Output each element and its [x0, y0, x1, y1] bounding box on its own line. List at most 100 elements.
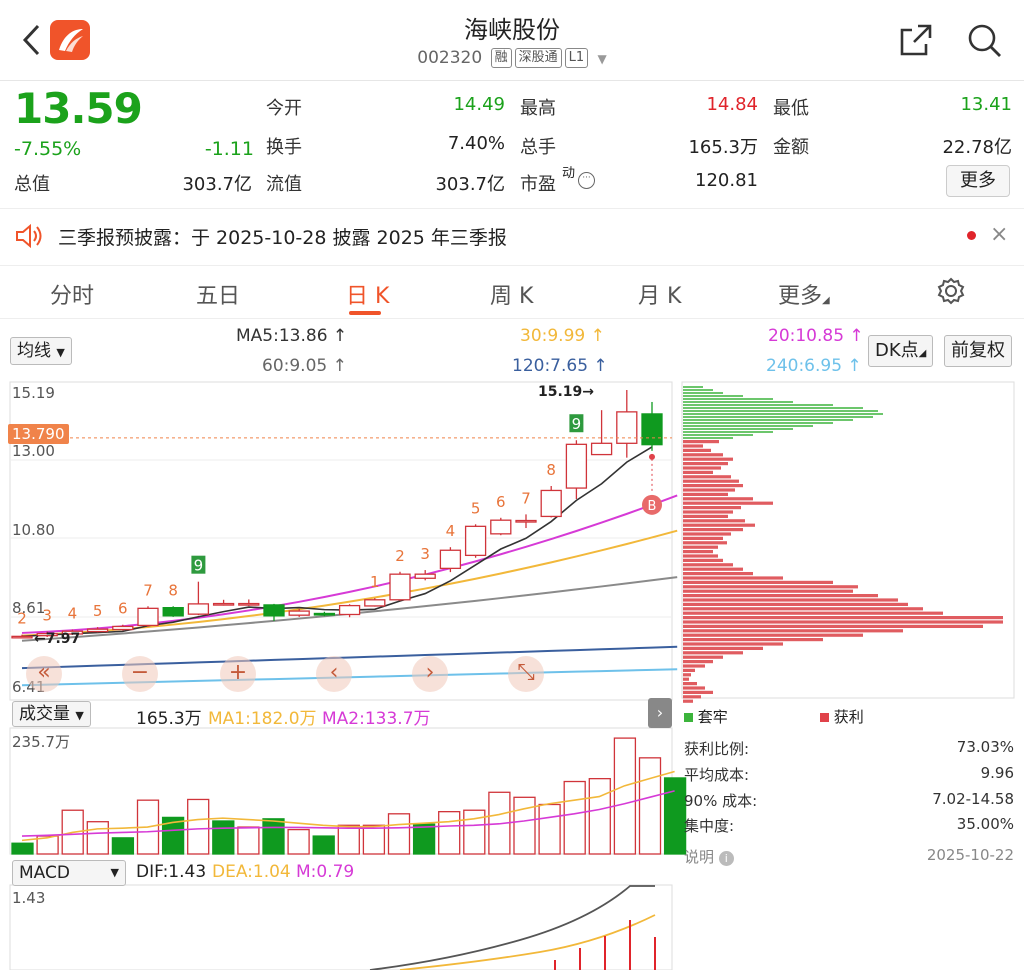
- chip-bar-green: [683, 386, 703, 388]
- signal-number: 7: [143, 581, 153, 599]
- chip-bar-green: [683, 422, 833, 424]
- signal-number: 7: [521, 489, 531, 507]
- candle-body: [565, 443, 588, 489]
- tab-more-label: 更多: [778, 284, 823, 309]
- tab-daily-k[interactable]: 日 K: [346, 278, 389, 310]
- quote-value-1: 14.84: [706, 94, 758, 115]
- quote-value-7: 120.81: [695, 170, 758, 191]
- chip-bar-red: [683, 611, 943, 615]
- crosshair-price-tag: 13.790: [8, 424, 69, 444]
- chip-bar-green: [683, 413, 883, 415]
- price-adjust-button[interactable]: 前复权: [944, 335, 1012, 367]
- chip-bar-red: [683, 567, 743, 571]
- quote-value-5: 22.78亿: [942, 137, 1012, 158]
- rewind-icon[interactable]: «: [26, 656, 62, 692]
- zoom-in-icon[interactable]: +: [220, 656, 256, 692]
- chip-bar-red: [683, 682, 697, 686]
- volume-select[interactable]: 成交量 ▼: [12, 701, 91, 727]
- quote-label-1: 最高: [520, 98, 556, 119]
- ma240-value: 240:6.95 ↑: [766, 356, 862, 376]
- min-price-label: ←7.97: [34, 631, 81, 647]
- volume-bar: [538, 803, 561, 855]
- signal-number: 9: [194, 557, 204, 575]
- chip-bar-red: [683, 660, 713, 664]
- chip-bar-red: [683, 616, 1003, 620]
- chip-date: 2025-10-22: [926, 846, 1014, 864]
- chip-bar-red: [683, 488, 735, 492]
- chip-bar-red: [683, 558, 723, 562]
- chip-bar-green: [683, 431, 773, 433]
- change-percent: -7.55%: [14, 138, 82, 160]
- chip-bar-red: [683, 633, 863, 637]
- more-dots-icon[interactable]: ···: [578, 172, 595, 189]
- volume-bar: [663, 777, 687, 855]
- close-icon[interactable]: ×: [990, 222, 1008, 247]
- chip-bar-red: [683, 541, 727, 545]
- macd-m: M:0.79: [296, 862, 355, 882]
- quote-value-0: 14.49: [453, 94, 505, 115]
- candle-body: [490, 519, 512, 535]
- volume-bar: [513, 796, 536, 855]
- cost-90-value: 7.02-14.58: [932, 790, 1014, 808]
- chip-bar-red: [683, 470, 713, 474]
- note-label: 说明: [684, 848, 715, 866]
- ma-select[interactable]: 均线 ▼: [10, 337, 72, 365]
- chip-bar-red: [683, 444, 703, 448]
- active-tab-indicator: [349, 311, 381, 315]
- volume-bar: [438, 811, 461, 855]
- chip-bar-red: [683, 598, 898, 602]
- change-amount: -1.11: [204, 138, 254, 160]
- tab-intraday[interactable]: 分时: [50, 278, 94, 310]
- chip-bar-red: [683, 646, 763, 650]
- quote-value-3: 7.40%: [447, 133, 505, 154]
- chip-bar-green: [683, 404, 833, 406]
- candle-body: [263, 604, 285, 617]
- chip-bar-red: [683, 448, 711, 452]
- legend-profit-label: 获利: [833, 708, 864, 726]
- chip-bar-red: [683, 523, 755, 527]
- chip-note[interactable]: 说明 i: [684, 846, 734, 867]
- chip-bar-green: [683, 434, 753, 436]
- more-button[interactable]: 更多: [946, 165, 1010, 197]
- tab-five-day[interactable]: 五日: [196, 278, 240, 310]
- period-tabs: 分时 五日 日 K 周 K 月 K 更多◢: [0, 266, 1024, 319]
- tab-more[interactable]: 更多◢: [778, 278, 830, 310]
- tab-weekly-k[interactable]: 周 K: [490, 278, 533, 310]
- profit-ratio-value: 73.03%: [956, 738, 1014, 756]
- volume-bar: [237, 826, 260, 855]
- y-label-top: 15.19: [12, 384, 55, 402]
- macd-dea: DEA:1.04: [212, 862, 291, 882]
- b-marker-label: B: [648, 499, 657, 514]
- chip-bar-green: [683, 428, 793, 430]
- quote-label-4: 总手: [520, 137, 556, 158]
- macd-select[interactable]: MACD ▼: [12, 860, 126, 886]
- quote-label-3: 换手: [266, 137, 302, 158]
- zoom-out-icon[interactable]: −: [122, 656, 158, 692]
- expand-panel-icon[interactable]: ›: [648, 698, 672, 728]
- chip-bar-red: [683, 624, 983, 628]
- caret-down-icon[interactable]: ▼: [598, 52, 607, 66]
- fullscreen-icon[interactable]: ⤡: [508, 656, 544, 692]
- dk-point-button[interactable]: DK点◢: [868, 335, 934, 367]
- chip-bar-green: [683, 389, 713, 391]
- share-icon[interactable]: [896, 20, 936, 64]
- prev-icon[interactable]: ‹: [316, 656, 352, 692]
- volume-bar: [613, 737, 637, 855]
- candle-body: [338, 604, 361, 616]
- ma5-line: [21, 446, 653, 638]
- settings-gear-icon[interactable]: [936, 276, 966, 312]
- chip-bar-red: [683, 479, 739, 483]
- candle-body: [137, 607, 159, 627]
- quote-value-4: 165.3万: [688, 137, 758, 158]
- next-icon[interactable]: ›: [412, 656, 448, 692]
- caret-down-icon: ▼: [75, 709, 84, 722]
- cost-90-label: 90% 成本:: [684, 792, 758, 810]
- search-icon[interactable]: [964, 20, 1004, 64]
- chip-bar-red: [683, 589, 853, 593]
- candle-body: [389, 573, 411, 601]
- tab-monthly-k[interactable]: 月 K: [638, 278, 681, 310]
- chip-bar-red: [683, 585, 858, 589]
- volume-bar: [287, 828, 310, 855]
- candle-body: [238, 602, 260, 606]
- candle-body: [364, 599, 386, 607]
